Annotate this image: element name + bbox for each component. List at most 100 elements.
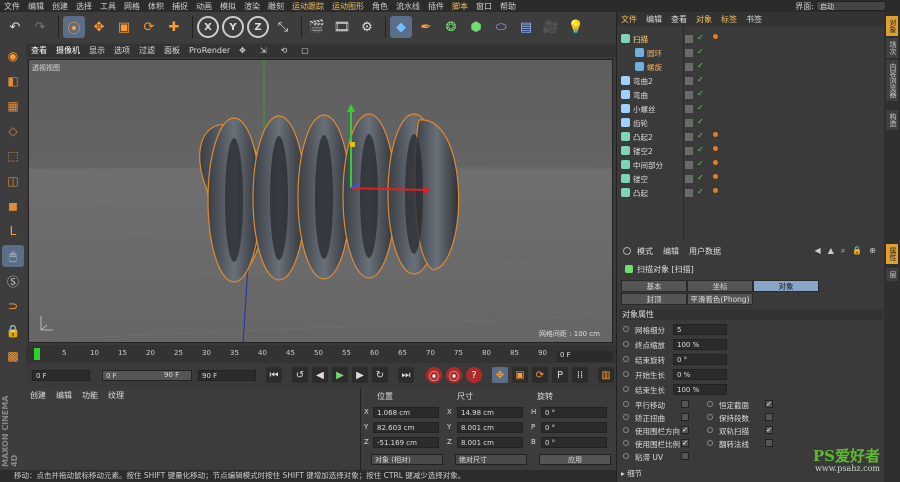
mat-menu-function[interactable]: 功能 xyxy=(82,390,98,401)
tab-object[interactable]: 对象 xyxy=(753,280,819,292)
object-row[interactable]: 弯曲2 ✓ xyxy=(617,74,885,88)
points-mode-icon[interactable]: ⬚ xyxy=(2,145,24,167)
menu-item[interactable]: 编辑 xyxy=(28,1,44,12)
menu-item[interactable]: 窗口 xyxy=(476,1,492,12)
render-settings-icon[interactable]: ⚙ xyxy=(356,16,378,38)
undo-icon[interactable]: ↶ xyxy=(4,16,26,38)
menu-item[interactable]: 帮助 xyxy=(500,1,516,12)
enabled-check-icon[interactable]: ✓ xyxy=(697,159,704,168)
mat-menu-create[interactable]: 创建 xyxy=(30,390,46,401)
mat-menu-texture[interactable]: 纹理 xyxy=(108,390,124,401)
model-mode-icon[interactable]: ◧ xyxy=(2,70,24,92)
l-icon[interactable]: L xyxy=(2,220,24,242)
object-row[interactable]: 中间部分 ✓ xyxy=(617,158,885,172)
redo-icon[interactable]: ↷ xyxy=(29,16,51,38)
enabled-check-icon[interactable]: ✓ xyxy=(697,89,704,98)
timeline[interactable]: 051015202530354045505560657075808590 xyxy=(26,345,616,363)
prev-frame-icon[interactable]: ◀ xyxy=(312,367,328,383)
obj-menu-tags[interactable]: 标签 xyxy=(721,14,737,25)
object-row[interactable]: 圆环 ✓ xyxy=(617,46,885,60)
menu-item[interactable]: 渲染 xyxy=(244,1,260,12)
obj-menu-view[interactable]: 查看 xyxy=(671,14,687,25)
coordinate-icon[interactable]: ⤡ xyxy=(272,16,294,38)
enabled-check-icon[interactable]: ✓ xyxy=(697,103,704,112)
enabled-check-icon[interactable]: ✓ xyxy=(697,131,704,140)
size-z-field[interactable]: 8.001 cm xyxy=(457,437,523,448)
checkbox[interactable] xyxy=(681,452,689,460)
menu-item[interactable]: 脚本 xyxy=(452,1,468,12)
key-grid-icon[interactable]: ⁞⁞ xyxy=(572,367,588,383)
menu-item[interactable]: 创建 xyxy=(52,1,68,12)
render-view-icon[interactable]: 🎬 xyxy=(306,16,328,38)
object-row[interactable]: 凸起2 ✓ xyxy=(617,130,885,144)
details-section[interactable]: ▸ 细节 xyxy=(621,468,642,479)
go-end-icon[interactable]: ⏭ xyxy=(398,367,414,383)
checkbox[interactable]: ✓ xyxy=(765,400,773,408)
layer-flag[interactable] xyxy=(685,63,693,71)
layer-flag[interactable] xyxy=(685,119,693,127)
tag-icon[interactable] xyxy=(713,132,718,137)
menu-item[interactable]: 流水线 xyxy=(396,1,420,12)
menu-item[interactable]: 插件 xyxy=(428,1,444,12)
anim-dot[interactable] xyxy=(623,401,629,407)
layer-flag[interactable] xyxy=(685,105,693,113)
layer-flag[interactable] xyxy=(685,175,693,183)
tab-caps[interactable]: 封顶 xyxy=(621,293,687,305)
enabled-check-icon[interactable]: ✓ xyxy=(697,145,704,154)
rotate-icon[interactable]: ⟳ xyxy=(138,16,160,38)
menu-item[interactable]: 文件 xyxy=(4,1,20,12)
vp-menu-camera[interactable]: 摄像机 xyxy=(56,45,80,56)
checkbox[interactable] xyxy=(765,413,773,421)
record-icon[interactable]: ⦿ xyxy=(426,367,442,383)
edges-mode-icon[interactable]: ◫ xyxy=(2,170,24,192)
size-y-field[interactable]: 8.001 cm xyxy=(457,422,523,433)
object-row[interactable]: 镂空 ✓ xyxy=(617,172,885,186)
enabled-check-icon[interactable]: ✓ xyxy=(697,117,704,126)
enabled-check-icon[interactable]: ✓ xyxy=(697,47,704,56)
anim-dot[interactable] xyxy=(707,401,713,407)
tab-basic[interactable]: 基本 xyxy=(621,280,687,292)
vp-menu-prorender[interactable]: ProRender xyxy=(189,46,230,55)
up-icon[interactable]: ▲ xyxy=(828,246,834,256)
key-move-icon[interactable]: ✥ xyxy=(492,367,508,383)
attr-menu-mode[interactable]: 模式 xyxy=(637,246,653,257)
y-axis-icon[interactable]: Y xyxy=(222,16,244,38)
floor-icon[interactable]: ▤ xyxy=(515,16,537,38)
rot-h-field[interactable]: 0 ° xyxy=(541,407,607,418)
layer-flag[interactable] xyxy=(685,189,693,197)
enabled-check-icon[interactable]: ✓ xyxy=(697,33,704,42)
vp-menu-display[interactable]: 显示 xyxy=(89,45,105,56)
layer-flag[interactable] xyxy=(685,35,693,43)
size-x-field[interactable]: 14.98 cm xyxy=(457,407,523,418)
anim-dot[interactable] xyxy=(707,427,713,433)
start-frame-field[interactable]: 0 F xyxy=(32,370,90,381)
tab-phong[interactable]: 平滑着色(Phong) xyxy=(687,293,753,305)
anim-dot[interactable] xyxy=(623,386,629,392)
z-axis-icon[interactable]: Z xyxy=(247,16,269,38)
pos-z-field[interactable]: -51.169 cm xyxy=(373,437,439,448)
anim-dot[interactable] xyxy=(623,341,629,347)
key-rotate-icon[interactable]: ⟳ xyxy=(532,367,548,383)
key-param-icon[interactable]: P xyxy=(552,367,568,383)
tag-icon[interactable] xyxy=(713,188,718,193)
enabled-check-icon[interactable]: ✓ xyxy=(697,173,704,182)
enabled-check-icon[interactable]: ✓ xyxy=(697,61,704,70)
side-tab-layers[interactable]: 层 xyxy=(886,268,898,281)
mat-menu-edit[interactable]: 编辑 xyxy=(56,390,72,401)
side-tab-content[interactable]: 内容浏览器 xyxy=(886,60,898,101)
play-icon[interactable]: ▶ xyxy=(332,367,348,383)
apply-button[interactable]: 应用 xyxy=(539,454,611,465)
x-axis-icon[interactable]: X xyxy=(197,16,219,38)
tab-coord[interactable]: 坐标 xyxy=(687,280,753,292)
lock-icon[interactable]: 🔒 xyxy=(2,320,24,342)
menu-item[interactable]: 动画 xyxy=(196,1,212,12)
obj-menu-edit[interactable]: 编辑 xyxy=(646,14,662,25)
pos-x-field[interactable]: 1.068 cm xyxy=(373,407,439,418)
menu-item[interactable]: 捕捉 xyxy=(172,1,188,12)
key-scale-icon[interactable]: ▣ xyxy=(512,367,528,383)
object-row[interactable]: 扫描 ✓ xyxy=(617,32,885,46)
add-icon[interactable]: ✚ xyxy=(163,16,185,38)
zoom-icon[interactable]: ⇲ xyxy=(260,46,267,55)
checkbox[interactable]: ✓ xyxy=(765,426,773,434)
side-tab-objects[interactable]: 对象 xyxy=(886,16,898,36)
